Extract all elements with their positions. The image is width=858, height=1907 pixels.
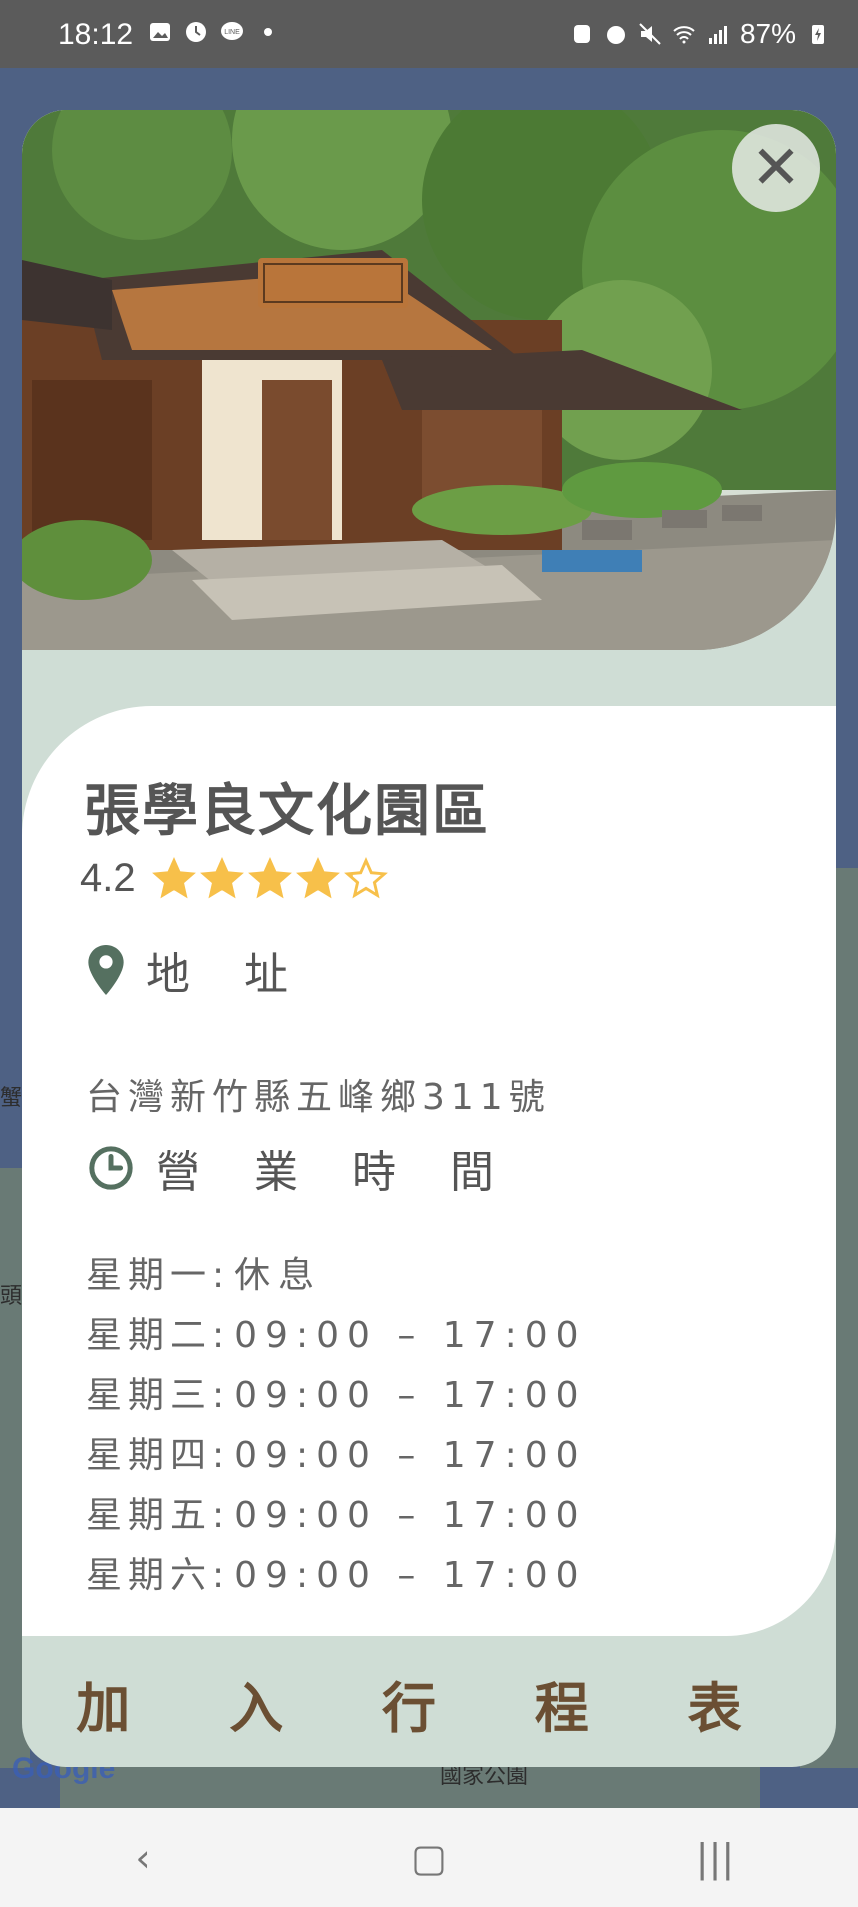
hours-day: 星期一: — [86, 1255, 231, 1296]
location-pin-icon — [88, 945, 124, 995]
hours-time: 09:00 – 17:00 — [234, 1555, 587, 1596]
close-icon: ✕ — [750, 133, 802, 203]
address-header: 地 址 — [88, 938, 308, 1002]
place-detail-card: ✕ 張學良文化園區 4.2 地 址 台灣新竹縣五峰鄉311號 營 業 時 間 星… — [22, 110, 836, 1767]
gallery-icon — [150, 23, 170, 41]
clock-icon — [186, 22, 206, 42]
clock-icon — [89, 1146, 133, 1190]
hours-row-mon: 星期一: 休息 — [86, 1246, 587, 1306]
home-icon: ▢ — [411, 1835, 447, 1880]
hours-title: 營 業 時 間 — [156, 1147, 514, 1198]
hours-row-sat: 星期六: 09:00 – 17:00 — [86, 1546, 587, 1606]
map-label-1: 蟹 — [0, 1086, 23, 1111]
star-icon — [151, 856, 196, 898]
place-title: 張學良文化園區 — [84, 779, 490, 844]
nav-recents-button[interactable]: ||| — [685, 1828, 745, 1888]
hours-time: 09:00 – 17:00 — [234, 1435, 587, 1476]
system-nav-bar: ‹ ▢ ||| — [0, 1808, 858, 1907]
address-title: 地 址 — [146, 949, 308, 1000]
status-icons-left: LINE — [148, 20, 280, 44]
map-label-2: 頭 — [0, 1284, 23, 1309]
nfc-icon — [573, 25, 590, 43]
star-icon — [199, 856, 244, 898]
hours-row-tue: 星期二: 09:00 – 17:00 — [86, 1306, 587, 1366]
hours-time: 休息 — [234, 1255, 323, 1296]
back-icon: ‹ — [135, 1835, 151, 1880]
hours-row-fri: 星期五: 09:00 – 17:00 — [86, 1486, 587, 1546]
rating-stars — [151, 856, 388, 901]
star-icon — [343, 856, 388, 898]
hours-day: 星期二: — [86, 1315, 231, 1356]
hours-time: 09:00 – 17:00 — [234, 1315, 587, 1356]
hours-day: 星期四: — [86, 1435, 231, 1476]
hours-row-wed: 星期三: 09:00 – 17:00 — [86, 1366, 587, 1426]
recents-icon: ||| — [695, 1835, 735, 1880]
star-icon — [247, 856, 292, 898]
add-to-itinerary-button[interactable]: 加 入 行 程 表 — [22, 1640, 836, 1767]
hours-row-thu: 星期四: 09:00 – 17:00 — [86, 1426, 587, 1486]
hours-day: 星期三: — [86, 1375, 231, 1416]
hours-list: 星期一: 休息 星期二: 09:00 – 17:00 星期三: 09:00 – 17:… — [86, 1246, 587, 1606]
address-value: 台灣新竹縣五峰鄉311號 — [86, 1077, 551, 1118]
hours-time: 09:00 – 17:00 — [234, 1375, 587, 1416]
nav-home-button[interactable]: ▢ — [399, 1828, 459, 1888]
status-bar: 18:12 LINE 87% — [0, 0, 858, 68]
place-photo — [22, 110, 836, 650]
status-time: 18:12 — [58, 18, 134, 51]
rating-value: 4.2 — [80, 856, 136, 900]
close-button[interactable]: ✕ — [732, 124, 820, 212]
battery-percent: 87% — [739, 18, 796, 49]
hours-header: 營 業 時 間 — [88, 1136, 514, 1200]
hours-day: 星期六: — [86, 1555, 231, 1596]
place-info-panel: 張學良文化園區 4.2 地 址 台灣新竹縣五峰鄉311號 營 業 時 間 星期一… — [22, 706, 836, 1636]
status-icons-right: 87% — [570, 18, 830, 50]
line-chat-icon: LINE — [221, 22, 243, 40]
alarm-icon — [606, 26, 625, 44]
hours-day: 星期五: — [86, 1495, 231, 1536]
svg-text:LINE: LINE — [224, 29, 240, 36]
hours-time: 09:00 – 17:00 — [234, 1495, 587, 1536]
wifi-icon — [673, 26, 695, 44]
star-icon — [295, 856, 340, 898]
dot-icon — [264, 28, 272, 36]
rating-row: 4.2 — [80, 856, 388, 901]
battery-charging-icon — [812, 25, 824, 44]
photo-illustration — [22, 110, 836, 650]
signal-icon — [708, 26, 727, 44]
mute-icon — [639, 23, 661, 45]
nav-back-button[interactable]: ‹ — [113, 1828, 173, 1888]
